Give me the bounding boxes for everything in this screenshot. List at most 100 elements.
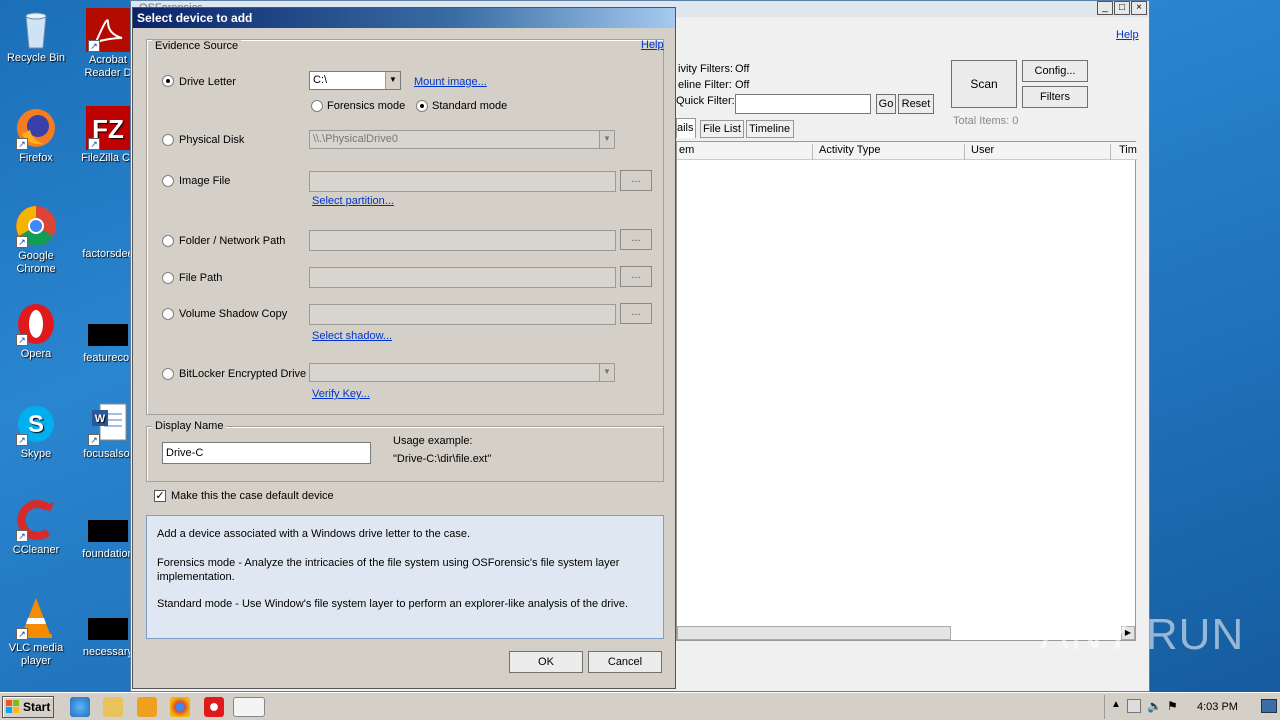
shortcut-arrow-icon: ↗ (16, 434, 28, 446)
file-path-browse-button[interactable]: ... (620, 266, 652, 287)
column-header-user[interactable]: User (971, 144, 1111, 160)
scan-button[interactable]: Scan (951, 60, 1017, 108)
mount-image-link[interactable]: Mount image... (414, 76, 487, 88)
select-partition-link[interactable]: Select partition... (312, 195, 394, 207)
desktop-icon-vlc[interactable]: ↗ VLC media player (1, 596, 71, 668)
bitlocker-select[interactable]: ▼ (309, 363, 615, 382)
action-center-icon[interactable] (1127, 699, 1141, 713)
results-list[interactable]: em Activity Type User Tim ▶ (676, 141, 1137, 641)
close-icon[interactable]: × (1131, 1, 1147, 15)
verify-key-link[interactable]: Verify Key... (312, 388, 370, 400)
ok-button[interactable]: OK (509, 651, 583, 673)
desktop-icon-ccleaner[interactable]: ↗ CCleaner (1, 498, 71, 557)
reset-button[interactable]: Reset (898, 94, 934, 114)
osforensics-taskbar-button[interactable] (233, 697, 265, 717)
folder-path-radio[interactable] (162, 235, 174, 247)
description-line: Standard mode - Use Window's file system… (157, 598, 629, 610)
drive-letter-radio[interactable] (162, 75, 174, 87)
folder-path-input[interactable] (309, 230, 616, 251)
internet-explorer-icon[interactable] (70, 697, 90, 717)
acrobat-icon: ↗ (86, 8, 130, 52)
physical-disk-select[interactable]: \\.\PhysicalDrive0 ▼ (309, 130, 615, 149)
opera-icon: ↗ (14, 302, 58, 346)
select-shadow-link[interactable]: Select shadow... (312, 330, 392, 342)
show-desktop-icon[interactable] (1261, 699, 1277, 713)
recycle-bin-icon (14, 6, 58, 50)
image-file-radio[interactable] (162, 175, 174, 187)
tab-file-list[interactable]: File List (700, 120, 744, 138)
display-name-input[interactable] (162, 442, 371, 464)
flag-icon[interactable]: ⚑ (1167, 699, 1178, 713)
config-button[interactable]: Config... (1022, 60, 1088, 82)
help-link[interactable]: Help (1116, 29, 1139, 41)
svg-text:W: W (95, 413, 106, 425)
skype-icon: S ↗ (14, 402, 58, 446)
firefox-icon: ↗ (14, 106, 58, 150)
drive-letter-label: Drive Letter (179, 76, 236, 88)
opera-taskbar-icon[interactable] (204, 697, 224, 717)
description-line: Forensics mode - Analyze the intricacies… (157, 557, 620, 583)
file-path-input[interactable] (309, 267, 616, 288)
bitlocker-radio[interactable] (162, 368, 174, 380)
drive-letter-select[interactable]: C:\ ▼ (309, 71, 401, 90)
activity-filters-value: Off (735, 63, 750, 75)
desktop-icon-label: Google Chrome (16, 250, 56, 275)
drive-letter-value: C:\ (313, 74, 328, 86)
default-device-checkbox[interactable]: ✓ (154, 490, 166, 502)
activity-filters-label: ivity Filters: (678, 63, 733, 75)
chevron-down-icon[interactable]: ▼ (599, 364, 614, 381)
minimize-icon[interactable]: _ (1097, 1, 1113, 15)
start-button[interactable]: Start (2, 696, 54, 718)
physical-disk-radio[interactable] (162, 134, 174, 146)
filters-button[interactable]: Filters (1022, 86, 1088, 108)
dialog-help-link[interactable]: Help (641, 39, 664, 51)
horizontal-scrollbar[interactable] (677, 626, 951, 640)
volume-shadow-copy-input[interactable] (309, 304, 616, 325)
quick-filter-input[interactable] (735, 94, 871, 114)
image-file-input[interactable] (309, 171, 616, 192)
column-header-item[interactable]: em (679, 144, 813, 160)
desktop-icon-recycle-bin[interactable]: Recycle Bin (1, 6, 71, 65)
chrome-taskbar-icon[interactable] (170, 697, 190, 717)
tab-details[interactable]: ails (676, 118, 696, 138)
file-path-radio[interactable] (162, 272, 174, 284)
clock[interactable]: 4:03 PM (1197, 701, 1238, 713)
folder-path-browse-button[interactable]: ... (620, 229, 652, 250)
desktop-icon-opera[interactable]: ↗ Opera (1, 302, 71, 361)
file-path-label: File Path (179, 272, 223, 284)
desktop-icon-firefox[interactable]: ↗ Firefox (1, 106, 71, 165)
file-explorer-icon[interactable] (103, 697, 123, 717)
column-header-activity-type[interactable]: Activity Type (819, 144, 965, 160)
volume-icon[interactable]: 🔈 (1147, 699, 1162, 713)
tab-strip: ails File List Timeline (676, 118, 796, 138)
forensics-mode-radio[interactable] (311, 100, 323, 112)
system-tray: ▲ 🔈 ⚑ 4:03 PM (1104, 695, 1280, 719)
media-player-icon[interactable] (137, 697, 157, 717)
chevron-down-icon[interactable]: ▼ (385, 72, 400, 89)
tab-timeline[interactable]: Timeline (746, 120, 794, 138)
watermark: ANY RUN (1040, 610, 1245, 659)
select-device-dialog: Select device to add Evidence Source Hel… (132, 7, 676, 689)
cancel-button[interactable]: Cancel (588, 651, 662, 673)
chevron-down-icon[interactable]: ▼ (599, 131, 614, 148)
usage-example-label: Usage example: (393, 435, 473, 447)
maximize-icon[interactable]: □ (1114, 1, 1130, 15)
shortcut-arrow-icon: ↗ (88, 40, 100, 52)
description-box: Add a device associated with a Windows d… (146, 515, 664, 639)
shortcut-arrow-icon: ↗ (88, 434, 100, 446)
svg-text:S: S (28, 411, 44, 438)
standard-mode-radio[interactable] (416, 100, 428, 112)
volume-shadow-copy-browse-button[interactable]: ... (620, 303, 652, 324)
desktop-icon-skype[interactable]: S ↗ Skype (1, 402, 71, 461)
chrome-icon: ↗ (14, 204, 58, 248)
desktop-icon-chrome[interactable]: ↗ Google Chrome (1, 204, 71, 276)
go-button[interactable]: Go (876, 94, 896, 114)
word-document-icon: W ↗ (86, 402, 130, 446)
column-header-time[interactable]: Tim (1119, 144, 1137, 156)
display-name-label: Display Name (152, 420, 227, 432)
show-hidden-icons-icon[interactable]: ▲ (1111, 699, 1121, 710)
shortcut-arrow-icon: ↗ (16, 530, 28, 542)
shortcut-arrow-icon: ↗ (16, 138, 28, 150)
volume-shadow-copy-radio[interactable] (162, 308, 174, 320)
image-file-browse-button[interactable]: ... (620, 170, 652, 191)
